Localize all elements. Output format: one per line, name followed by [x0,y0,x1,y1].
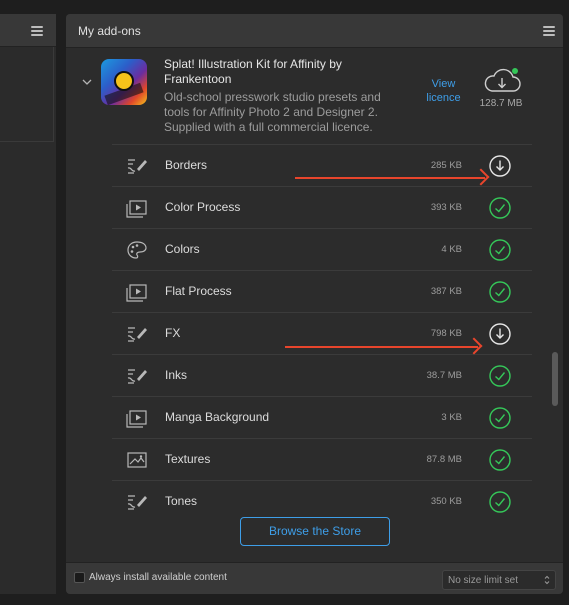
always-install-checkbox[interactable] [74,572,85,583]
installed-check-icon [489,197,511,219]
installed-check-icon [489,365,511,387]
installed-check-icon [489,239,511,261]
list-item[interactable]: Color Process 393 KB [112,186,532,228]
installed-check-icon [489,407,511,429]
list-item[interactable]: Manga Background 3 KB [112,396,532,438]
item-name: Colors [165,242,200,256]
addons-list: Splat! Illustration Kit for Affinity by … [66,49,563,519]
stepper-arrows-icon [544,575,550,585]
addon-total-size: 128.7 MB [479,98,523,109]
item-size: 387 KB [430,286,462,297]
panel-title: My add-ons [78,24,141,38]
installed-check-icon [489,491,511,513]
item-size: 38.7 MB [426,370,462,381]
list-item[interactable]: Inks 38.7 MB [112,354,532,396]
item-size: 798 KB [430,328,462,339]
scrollbar-thumb[interactable] [552,352,558,406]
item-size: 87.8 MB [426,454,462,465]
item-size: 393 KB [430,202,462,213]
palette-icon [127,241,147,259]
installed-status-dot [512,68,518,74]
addon-items: Borders 285 KB Color Process 393 KB Colo… [112,144,532,519]
list-item[interactable]: Borders 285 KB [112,144,532,186]
installed-check-icon [489,281,511,303]
list-item[interactable]: Colors 4 KB [112,228,532,270]
size-limit-value: No size limit set [448,575,519,586]
item-size: 285 KB [430,160,462,171]
item-name: Color Process [165,200,241,214]
brush-stroke-icon [127,327,147,342]
chevron-down-icon[interactable] [82,77,92,87]
item-name: Manga Background [165,410,270,424]
panel-header: My add-ons [66,14,563,48]
item-name: Inks [165,368,188,382]
hamburger-menu-icon[interactable] [543,26,555,36]
item-name: Tones [165,494,198,508]
list-item[interactable]: Flat Process 387 KB [112,270,532,312]
item-name: Borders [165,158,208,172]
brush-stroke-icon [127,369,147,384]
installed-check-icon [489,449,511,471]
view-licence-link[interactable]: View licence [421,77,466,105]
left-panel-content [0,47,54,142]
item-size: 350 KB [430,496,462,507]
list-item[interactable]: Tones 350 KB [112,480,532,519]
always-install-label: Always install available content [89,572,227,583]
brush-stroke-icon [127,159,147,174]
item-name: Textures [165,452,211,466]
macro-play-icon [126,284,147,302]
annotation-arrow [295,177,485,179]
download-icon[interactable] [488,322,512,346]
browse-store-button[interactable]: Browse the Store [240,517,390,546]
my-addons-panel: My add-ons Splat! Illustration Kit for A… [66,14,563,594]
macro-play-icon [126,200,147,218]
left-panel-header [0,14,56,47]
addon-thumbnail [101,59,147,105]
item-size: 3 KB [441,412,462,423]
addon-description: Old-school presswork studio presets and … [164,90,381,134]
annotation-arrow [285,346,478,348]
list-item[interactable]: Textures 87.8 MB [112,438,532,480]
addon-title: Splat! Illustration Kit for Affinity by … [164,57,342,86]
item-name: FX [165,326,181,340]
item-name: Flat Process [165,284,232,298]
size-limit-select[interactable]: No size limit set [442,570,556,590]
left-panel [0,14,56,594]
image-icon [127,452,147,468]
item-size: 4 KB [441,244,462,255]
macro-play-icon [126,410,147,428]
addon-header: Splat! Illustration Kit for Affinity by … [66,49,563,144]
brush-stroke-icon [127,495,147,510]
panel-footer: Always install available content No size… [66,562,563,594]
hamburger-menu-icon[interactable] [31,26,43,36]
download-icon[interactable] [488,154,512,178]
